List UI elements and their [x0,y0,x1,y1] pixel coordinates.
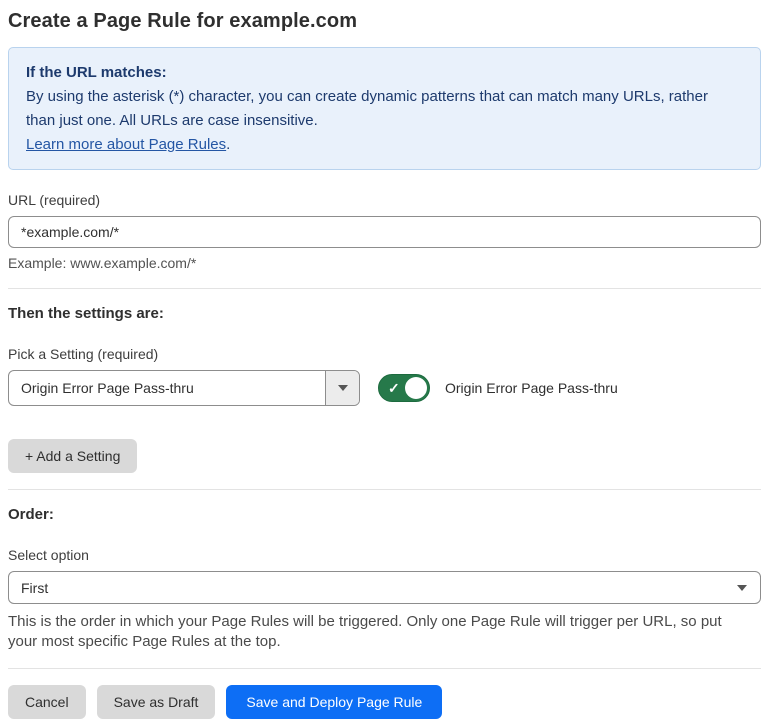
check-icon: ✓ [388,380,400,396]
setting-dropdown-arrow-button[interactable] [325,371,359,405]
setting-row: Origin Error Page Pass-thru ✓ Origin Err… [8,370,761,406]
save-and-deploy-button[interactable]: Save and Deploy Page Rule [226,685,443,719]
caret-down-icon [337,385,348,391]
cancel-button[interactable]: Cancel [8,685,86,719]
setting-dropdown-value: Origin Error Page Pass-thru [21,380,194,396]
url-input[interactable] [8,216,761,248]
pick-setting-label: Pick a Setting (required) [8,346,159,362]
footer-actions: Cancel Save as Draft Save and Deploy Pag… [8,685,761,719]
save-as-draft-button[interactable]: Save as Draft [96,685,216,719]
info-box-heading: If the URL matches: [26,64,167,81]
order-select[interactable]: First [8,571,761,604]
section-divider [8,288,761,289]
order-select-label: Select option [8,547,89,563]
toggle-label: Origin Error Page Pass-thru [445,380,618,396]
caret-down-icon [737,584,747,591]
footer-divider [8,668,761,669]
add-setting-button[interactable]: + Add a Setting [8,439,138,473]
url-match-info-box: If the URL matches: By using the asteris… [8,47,761,170]
info-box-body: By using the asterisk (*) character, you… [26,88,708,129]
create-page-rule-panel: Create a Page Rule for example.com If th… [0,0,770,719]
section-divider [8,489,761,490]
toggle-knob [405,377,427,399]
setting-dropdown[interactable]: Origin Error Page Pass-thru [8,370,360,406]
url-field-label: URL (required) [8,192,101,208]
settings-section-heading: Then the settings are: [8,305,164,322]
link-period: . [226,136,231,153]
learn-more-link[interactable]: Learn more about Page Rules [26,136,226,153]
page-title: Create a Page Rule for example.com [8,10,358,32]
order-section-heading: Order: [8,506,54,523]
order-select-value: First [21,579,49,596]
origin-error-pass-thru-toggle[interactable]: ✓ [378,374,430,402]
order-helper-text: This is the order in which your Page Rul… [8,613,722,650]
url-field-helper: Example: www.example.com/* [8,255,197,271]
